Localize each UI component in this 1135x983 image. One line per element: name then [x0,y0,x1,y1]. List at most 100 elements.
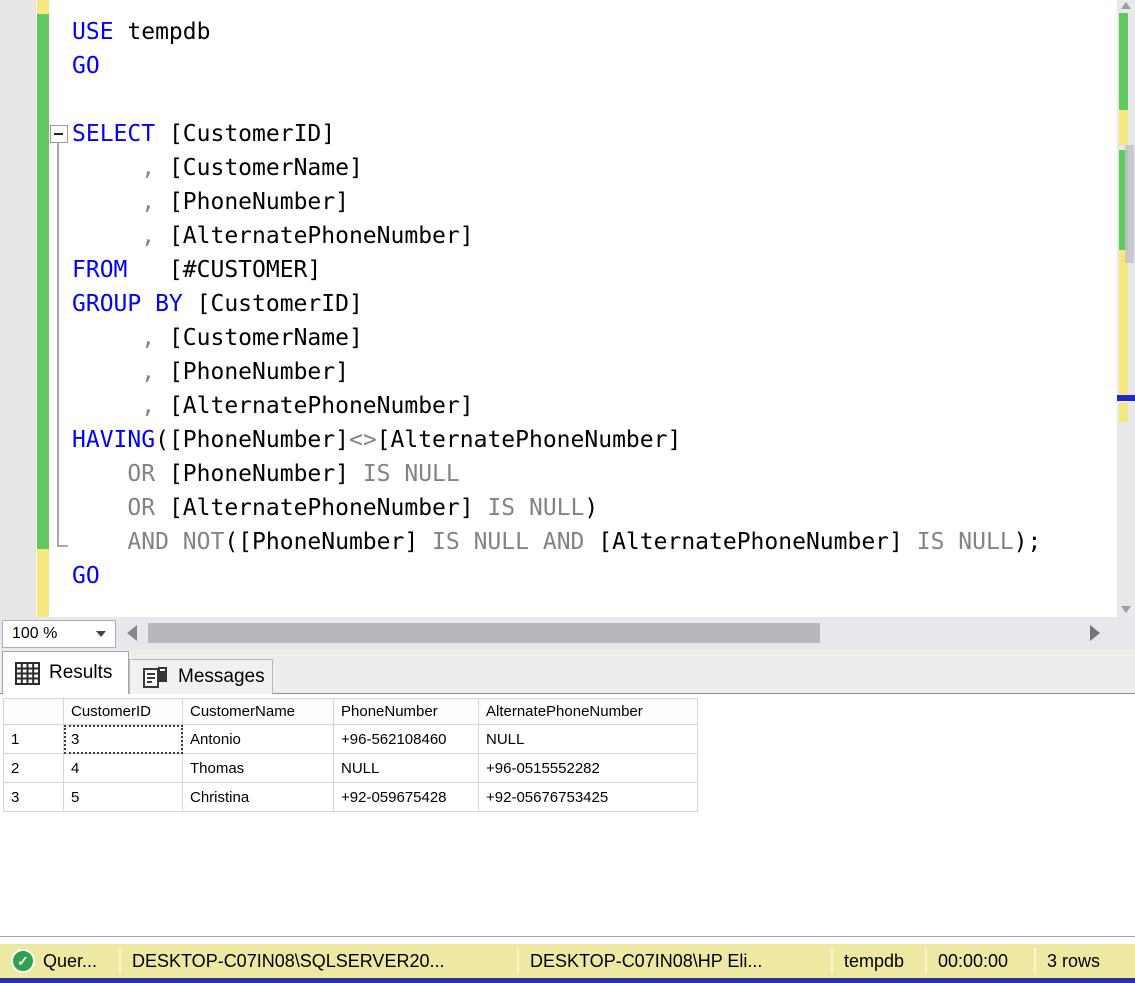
success-check-icon: ✓ [11,949,35,973]
code-line[interactable]: AND NOT([PhoneNumber] IS NULL AND [Alter… [72,525,1041,559]
sql-text: [PhoneNumber] [155,189,349,215]
status-bar: ✓ Quer... DESKTOP-C07IN08\SQLSERVER20...… [0,944,1135,978]
zoom-level-dropdown[interactable]: 100 % [2,620,116,648]
sql-text: ) [584,495,598,521]
sql-text: ); [1014,529,1042,555]
sql-text: [CustomerID] [155,121,335,147]
grid-cell[interactable]: Thomas [183,754,334,783]
row-count-text: 3 rows [1047,951,1100,972]
change-mark-saved [37,14,49,549]
sql-keyword: HAVING [72,427,155,453]
tab-results-label: Results [49,662,112,684]
scroll-down-icon[interactable] [1121,606,1131,613]
tab-messages[interactable]: Messages [129,659,273,694]
sql-keyword: FROM [72,257,127,283]
code-line[interactable]: GO [72,559,1041,593]
fold-guide-end [57,545,68,547]
grid-cell[interactable]: 5 [64,783,183,812]
code-collapse-toggle-icon[interactable] [50,125,68,143]
tab-messages-label: Messages [178,666,265,688]
grid-cell[interactable]: 4 [64,754,183,783]
horizontal-scrollbar-thumb[interactable] [148,623,820,643]
grid-column-header[interactable]: PhoneNumber [334,699,479,725]
scroll-right-icon[interactable] [1090,625,1100,641]
code-line[interactable] [72,83,1041,117]
grid-row: 35Christina+92-059675428+92-05676753425 [4,783,698,812]
code-line[interactable]: GO [72,49,1041,83]
sql-code-text[interactable]: USE tempdbGOSELECT [CustomerID] , [Custo… [72,15,1041,593]
sql-operator: IS NULL [432,529,529,555]
grid-row-number[interactable]: 2 [4,754,64,783]
vertical-scrollbar-thumb[interactable] [1125,145,1134,263]
zoom-level-value: 100 % [3,625,96,643]
sql-text [529,529,543,555]
execution-time-text: 00:00:00 [938,951,1008,972]
code-line[interactable]: FROM [#CUSTOMER] [72,253,1041,287]
grid-cell[interactable]: Christina [183,783,334,812]
grid-row-number[interactable]: 1 [4,725,64,754]
grid-cell[interactable]: Antonio [183,725,334,754]
sql-operator: <> [349,427,377,453]
sql-text: [AlternatePhoneNumber] [155,393,474,419]
grid-corner-header[interactable] [4,699,64,725]
grid-row-number[interactable]: 3 [4,783,64,812]
sql-text: [AlternatePhoneNumber] [377,427,682,453]
scroll-up-icon[interactable] [1121,2,1131,9]
grid-column-header[interactable]: CustomerName [183,699,334,725]
sql-text: [CustomerName] [155,155,363,181]
tab-results[interactable]: Results [2,651,129,694]
code-line[interactable]: , [AlternatePhoneNumber] [72,219,1041,253]
sql-text: [CustomerID] [183,291,363,317]
grid-cell[interactable]: NULL [334,754,479,783]
grid-cell[interactable]: NULL [479,725,698,754]
grid-cell-selected[interactable]: 3 [64,725,183,754]
login-user-segment: DESKTOP-C07IN08\HP Eli... [519,948,833,974]
sql-operator: , [72,189,155,215]
sql-text: [AlternatePhoneNumber] [584,529,916,555]
server-instance-text: DESKTOP-C07IN08\SQLSERVER20... [132,951,444,972]
sql-operator: , [72,359,155,385]
change-mark-unsaved [37,549,49,617]
sql-text: [PhoneNumber] [155,359,349,385]
query-status-text: Quer... [43,951,97,972]
code-line[interactable]: HAVING([PhoneNumber]<>[AlternatePhoneNum… [72,423,1041,457]
vertical-scrollbar[interactable] [1117,0,1135,617]
code-line[interactable]: , [PhoneNumber] [72,355,1041,389]
code-line[interactable]: OR [PhoneNumber] IS NULL [72,457,1041,491]
grid-column-header[interactable]: AlternatePhoneNumber [479,699,698,725]
code-line[interactable]: OR [AlternatePhoneNumber] IS NULL) [72,491,1041,525]
grid-cell[interactable]: +92-059675428 [334,783,479,812]
sql-operator: OR [72,495,155,521]
database-segment: tempdb [833,948,927,974]
messages-icon [142,665,169,689]
scrollmap-saved-mark [1119,13,1128,110]
code-line[interactable]: USE tempdb [72,15,1041,49]
sql-text: ([PhoneNumber] [224,529,432,555]
sql-operator: IS NULL [363,461,460,487]
grid-header-row: CustomerIDCustomerNamePhoneNumberAlterna… [4,699,698,725]
grid-column-header[interactable]: CustomerID [64,699,183,725]
grid-cell[interactable]: +92-05676753425 [479,783,698,812]
dropdown-arrow-icon [96,631,106,637]
login-user-text: DESKTOP-C07IN08\HP Eli... [530,951,762,972]
scroll-left-icon[interactable] [127,625,137,641]
sql-operator: AND NOT [72,529,224,555]
code-line[interactable]: , [CustomerName] [72,321,1041,355]
database-name-text: tempdb [844,951,904,972]
code-line[interactable]: , [CustomerName] [72,151,1041,185]
code-line[interactable]: GROUP BY [CustomerID] [72,287,1041,321]
fold-guide-line [57,143,59,547]
sql-operator: , [72,325,155,351]
sql-editor[interactable]: USE tempdbGOSELECT [CustomerID] , [Custo… [0,0,1135,617]
server-instance-segment: DESKTOP-C07IN08\SQLSERVER20... [121,948,519,974]
code-line[interactable]: SELECT [CustomerID] [72,117,1041,151]
change-mark-unsaved [37,0,49,14]
code-line[interactable]: , [AlternatePhoneNumber] [72,389,1041,423]
sql-keyword: GROUP BY [72,291,183,317]
code-line[interactable]: , [PhoneNumber] [72,185,1041,219]
grid-cell[interactable]: +96-0515552282 [479,754,698,783]
sql-operator: IS NULL [487,495,584,521]
scrollmap-unsaved-mark [1119,250,1128,395]
grid-cell[interactable]: +96-562108460 [334,725,479,754]
results-pane: CustomerIDCustomerNamePhoneNumberAlterna… [0,695,1135,937]
